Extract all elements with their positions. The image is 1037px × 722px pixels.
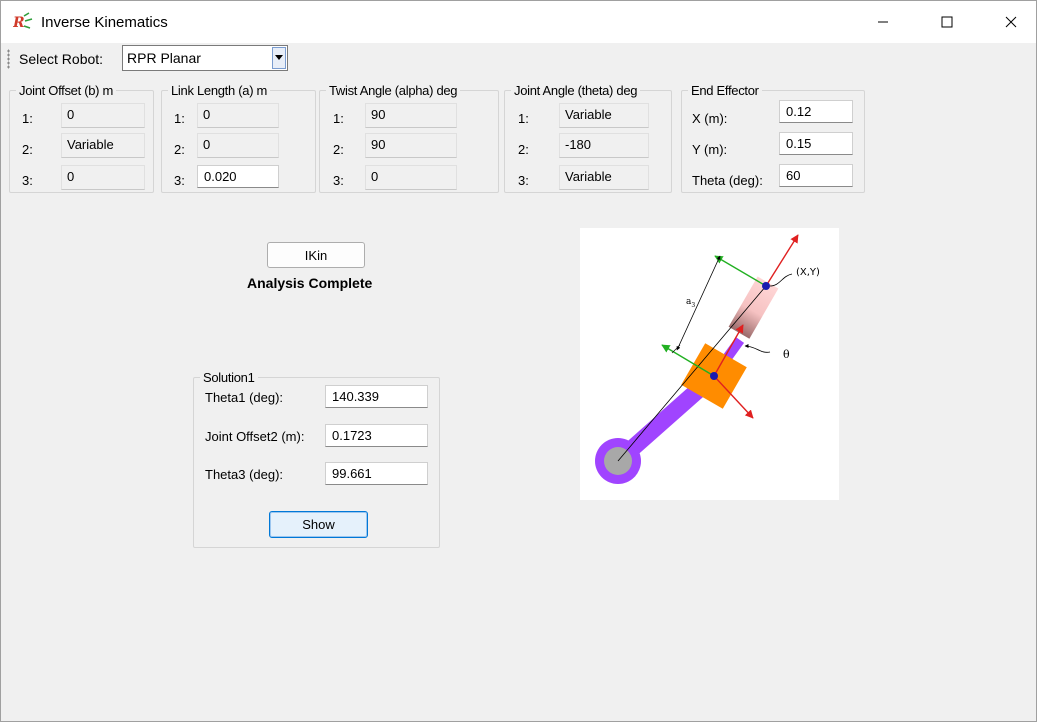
app-window: R Inverse Kinematics Select Robot: RPR P… (0, 0, 1037, 722)
xy-label: (X,Y) (796, 267, 820, 278)
end-effector-theta-input[interactable]: 60 (779, 164, 853, 187)
joint-angle-index-1: 1: (518, 111, 529, 126)
link-length-title: Link Length (a) m (171, 83, 268, 98)
show-button[interactable]: Show (269, 511, 368, 538)
robot-diagram: a3 (X,Y) θ (580, 228, 839, 500)
twist-angle-index-2: 2: (333, 142, 344, 157)
joint-offset-index-3: 3: (22, 173, 33, 188)
robot-select-value: RPR Planar (127, 50, 201, 66)
minimize-button[interactable] (860, 1, 906, 43)
close-button[interactable] (988, 1, 1034, 43)
end-effector-title: End Effector (691, 83, 759, 98)
minimize-icon (878, 21, 888, 23)
title-bar: R Inverse Kinematics (1, 1, 1036, 43)
window-title: Inverse Kinematics (41, 14, 168, 31)
link-length-index-3: 3: (174, 173, 185, 188)
link-length-index-1: 1: (174, 111, 185, 126)
joint-angle-index-3: 3: (518, 173, 529, 188)
chevron-down-icon (275, 55, 283, 60)
end-effector-y-arrow (714, 255, 767, 287)
joint-offset-1-field: 0 (61, 103, 145, 128)
status-text: Analysis Complete (247, 275, 373, 291)
joint-angle-index-2: 2: (518, 142, 529, 157)
end-effector-x-label: X (m): (692, 111, 728, 126)
a3-dimension-line (676, 255, 721, 351)
svg-text:R: R (13, 15, 25, 31)
link-length-2-field: 0 (197, 133, 279, 158)
a3-label: a3 (686, 297, 695, 309)
joint-offset-index-1: 1: (22, 111, 33, 126)
joint-offset-title: Joint Offset (b) m (19, 83, 114, 98)
twist-angle-2-field: 90 (365, 133, 457, 158)
select-robot-label: Select Robot: (19, 51, 104, 67)
solution-theta1-field[interactable]: 140.339 (325, 385, 428, 408)
end-effector-y-input[interactable]: 0.15 (779, 132, 853, 155)
end-effector-y-label: Y (m): (692, 142, 728, 157)
end-effector-theta-label: Theta (deg): (692, 173, 763, 188)
solution-theta1-label: Theta1 (deg): (205, 390, 284, 405)
link-length-3-input[interactable]: 0.020 (197, 165, 279, 188)
app-logo-icon: R (13, 12, 33, 31)
joint-angle-2-field: -180 (559, 133, 649, 158)
twist-angle-title: Twist Angle (alpha) deg (329, 83, 458, 98)
twist-angle-index-1: 1: (333, 111, 344, 126)
twist-angle-3-field: 0 (365, 165, 457, 190)
robot-select[interactable]: RPR Planar (122, 45, 288, 71)
toolbar: Select Robot: RPR Planar (1, 43, 1036, 77)
joint-angle-3-field: Variable (559, 165, 649, 190)
maximize-button[interactable] (924, 1, 970, 43)
theta-label: θ (783, 348, 790, 361)
solution-title: Solution1 (203, 370, 255, 385)
solution-offset2-field[interactable]: 0.1723 (325, 424, 428, 447)
end-effector-z-arrow (765, 234, 799, 287)
link-length-index-2: 2: (174, 142, 185, 157)
end-effector-x-input[interactable]: 0.12 (779, 100, 853, 123)
solution-theta3-label: Theta3 (deg): (205, 467, 284, 482)
joint-angle-1-field: Variable (559, 103, 649, 128)
end-effector-dot (762, 282, 770, 290)
link-length-1-field: 0 (197, 103, 279, 128)
joint-offset-index-2: 2: (22, 142, 33, 157)
center-line (617, 285, 767, 462)
joint-2-dot (710, 372, 718, 380)
close-icon (1005, 16, 1017, 28)
solution-offset2-label: Joint Offset2 (m): (205, 429, 305, 444)
robot-select-dropdown-button[interactable] (272, 47, 286, 69)
maximize-icon (941, 16, 953, 28)
toolbar-grip[interactable] (7, 49, 10, 69)
twist-angle-1-field: 90 (365, 103, 457, 128)
joint-offset-3-field: 0 (61, 165, 145, 190)
twist-angle-index-3: 3: (333, 173, 344, 188)
joint-offset-2-field: Variable (61, 133, 145, 158)
solution-theta3-field[interactable]: 99.661 (325, 462, 428, 485)
ikin-button[interactable]: IKin (267, 242, 365, 268)
joint-angle-title: Joint Angle (theta) deg (514, 83, 638, 98)
